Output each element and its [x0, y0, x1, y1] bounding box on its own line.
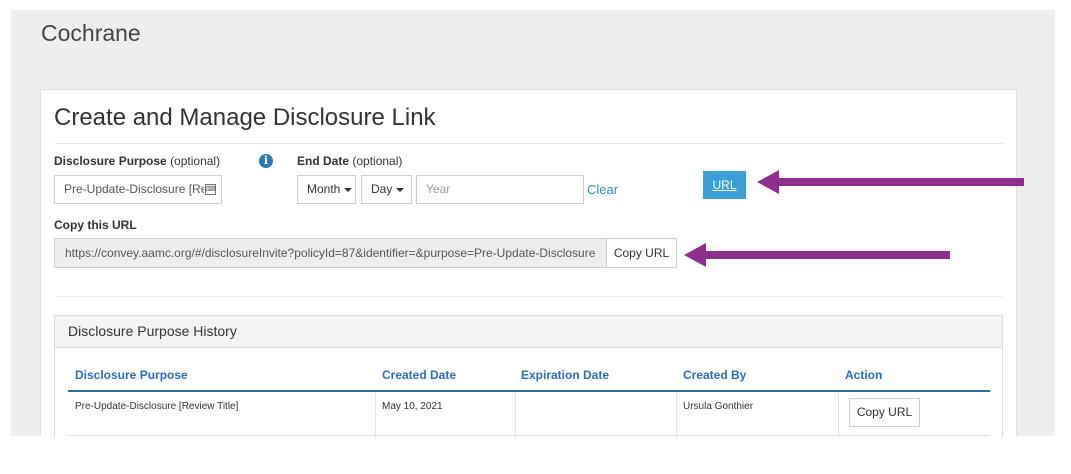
- clear-link[interactable]: Clear: [587, 182, 618, 197]
- column-divider: [515, 392, 516, 438]
- row-divider: [68, 435, 990, 436]
- history-title: Disclosure Purpose History: [55, 316, 1002, 348]
- url-field[interactable]: https://convey.aamc.org/#/disclosureInvi…: [54, 238, 607, 268]
- end-date-label: End Date (optional): [297, 154, 403, 168]
- app-title: Cochrane: [41, 20, 141, 46]
- cell-created-by: Ursula Gonthier: [683, 401, 754, 412]
- column-divider: [838, 392, 839, 438]
- info-icon[interactable]: i: [259, 154, 273, 168]
- history-panel: Disclosure Purpose History Disclosure Pu…: [54, 315, 1003, 438]
- url-button[interactable]: URL: [703, 171, 746, 199]
- caret-down-icon: [396, 187, 405, 192]
- column-header-purpose[interactable]: Disclosure Purpose: [75, 368, 188, 382]
- day-dropdown[interactable]: Day: [361, 175, 412, 204]
- section-divider: [55, 296, 1003, 297]
- month-dropdown[interactable]: Month: [297, 175, 356, 204]
- column-header-created-by[interactable]: Created By: [683, 368, 746, 382]
- year-input[interactable]: Year: [416, 175, 584, 204]
- title-divider: [55, 143, 1003, 144]
- cell-created-date: May 10, 2021: [382, 401, 443, 412]
- cell-purpose: Pre-Update-Disclosure [Review Title]: [75, 401, 239, 412]
- column-header-created-date[interactable]: Created Date: [382, 368, 456, 382]
- column-header-expiration-date[interactable]: Expiration Date: [521, 368, 609, 382]
- purpose-input[interactable]: Pre-Update-Disclosure [Re ⌨: [54, 175, 222, 204]
- purpose-label: Disclosure Purpose (optional): [54, 154, 221, 168]
- column-header-action: Action: [845, 368, 883, 382]
- header-underline: [68, 390, 990, 392]
- copy-url-label: Copy this URL: [54, 218, 137, 232]
- page-background: Cochrane Create and Manage Disclosure Li…: [11, 10, 1055, 438]
- keyboard-icon: ⌨: [205, 184, 217, 195]
- panel-title: Create and Manage Disclosure Link: [54, 104, 436, 131]
- copy-url-button[interactable]: Copy URL: [606, 238, 677, 268]
- column-divider: [676, 392, 677, 438]
- arrow-to-copy-url-icon: [684, 243, 950, 267]
- caret-down-icon: [344, 187, 353, 192]
- row-copy-url-button[interactable]: Copy URL: [849, 398, 920, 427]
- arrow-to-url-button-icon: [757, 170, 1024, 194]
- column-divider: [375, 392, 376, 438]
